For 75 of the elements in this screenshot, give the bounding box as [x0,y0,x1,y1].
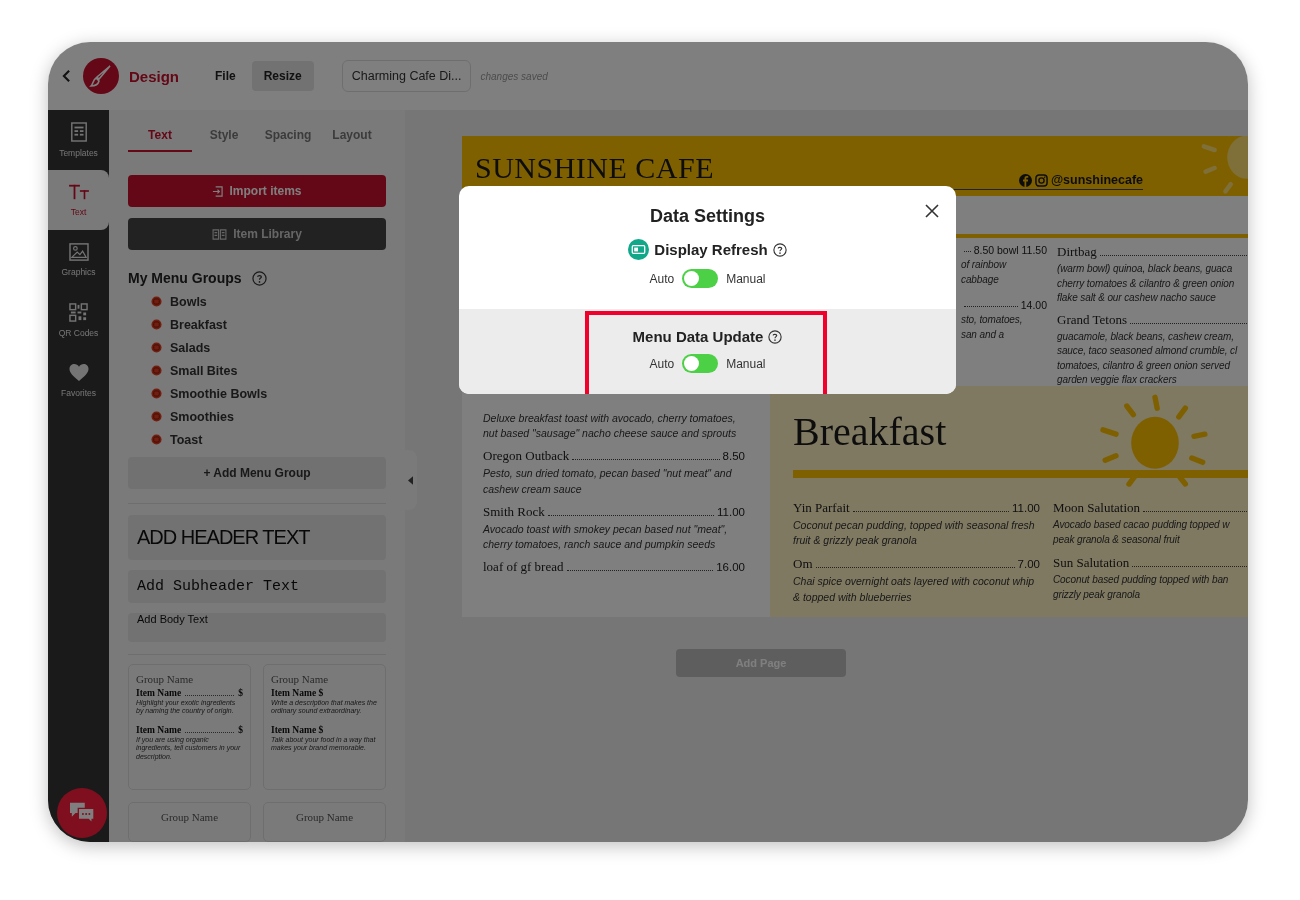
item-description: Avocado toast with smokey pecan based nut "meat", cherry tomatoes, ranch sauce and pumpkin seeds [483,521,729,553]
toggle-label: Auto [649,271,675,286]
menu-group-item[interactable]: Toast [151,428,386,451]
item-name: loaf of gf bread [483,559,564,576]
item-name: Item Name $ [271,688,324,698]
toggle-label: Manual [726,356,766,371]
item-price: 7.00 [1017,558,1040,571]
sidebar-item[interactable]: Graphics [48,230,109,290]
item-description: Coconut based pudding topped with ban grizzly peak granola [1053,573,1230,602]
setting-title: Menu Data Update [632,328,764,345]
library-button[interactable]: Item Library [128,218,386,250]
item-description: guacamole, black beans, cashew cream, sauce, taco seasoned almond crumble, cl tomatoes, cilantro & green onion served garden veggie flax crackers [1057,329,1239,387]
item-price: 16.00 [716,561,745,574]
item-description: (warm bowl) quinoa, black beans, guaca cherry tomatoes & cilantro & green onion flake salt & our cashew nacho sauce [1057,262,1236,305]
add-group-button[interactable]: + Add Menu Group [128,457,386,489]
item-price: 11.00 [717,505,745,518]
text-style-button[interactable]: ADD HEADER TEXT [128,515,386,560]
document-name-field[interactable]: Charming Cafe Di... [341,60,472,92]
item-name: Sun Salutation [1053,555,1130,571]
item-price: 14.00 [1020,299,1047,311]
item-description: Deluxe breakfast toast with avocado, cherry tomatoes, nut based "sausage" nacho cheese sauce and sprouts [483,411,738,442]
item-name: Dirtbag [1057,244,1097,260]
template-card[interactable]: Group Name [128,802,251,842]
group-name: Group Name [160,811,219,823]
menu-button[interactable]: Resize [251,61,314,91]
tab[interactable]: Spacing [256,126,320,152]
item-description: Avocado based cacao pudding topped w peak granola & seasonal fruit [1053,518,1231,547]
template-card[interactable]: Group Name [263,802,386,842]
group-name: Group Name [295,811,354,823]
item-name: Smith Rock [483,503,545,520]
menu-group-item[interactable]: Bowls [151,290,386,313]
text-style-button[interactable]: Add Body Text [128,613,386,642]
setting-title: Display Refresh [654,241,768,258]
menu-group-item[interactable]: Small Bites [151,359,386,382]
item-name: Yin Parfait [793,500,850,516]
menu-button[interactable]: File [203,61,248,91]
social-handle: @sunshinecafe [1050,173,1143,187]
import-button[interactable]: Import items [128,175,386,207]
group-name: Group Name [136,673,195,685]
menu-group-item[interactable]: Salads [151,336,386,359]
item-price: 8.50 bowl 11.50 [973,244,1047,256]
section-title: My Menu Groups [128,270,242,286]
text-style-button[interactable]: Add Subheader Text [128,570,386,603]
item-name: Item Name [136,688,182,698]
item-description: Coconut pecan pudding, topped with seasonal fresh fruit & grizzly peak granola [793,518,1036,549]
item-price: 11.00 [1012,502,1040,514]
menu-group-item[interactable]: Smoothies [151,405,386,428]
tab[interactable]: Layout [320,126,384,152]
toggle-label: Manual [726,271,766,286]
sidebar-item[interactable]: Favorites [48,350,109,410]
dialog-title: Data Settings [650,206,765,227]
toggle-label: Auto [649,356,675,371]
item-description: sto, tomatoes, san and a [961,313,1024,342]
sidebar-item[interactable]: Templates [48,110,109,170]
group-name: Group Name [271,673,330,685]
item-name: Moon Salutation [1053,500,1141,516]
app-title: Design [129,67,179,85]
item-price: $ [238,688,243,698]
item-description: Pesto, sun dried tomato, pecan based "nut meat" and cashew cream sauce [483,466,733,497]
tab[interactable]: Style [192,126,256,152]
section-title: Breakfast [793,412,948,452]
sidebar-item[interactable]: QR Codes [48,290,109,350]
menu-group-item[interactable]: Breakfast [151,313,386,336]
item-name: Item Name [136,724,182,735]
item-description: of rainbow cabbage [961,258,1008,287]
item-description: Chai spice overnight oats layered with coconut whip & topped with blueberries [793,574,1036,605]
menu-group-item[interactable]: Smoothie Bowls [151,382,386,405]
tab[interactable]: Text [128,126,192,152]
item-price: $ [238,724,243,735]
item-price: 8.50 [722,450,745,463]
item-name: Om [793,556,813,573]
item-name: Item Name $ [271,724,324,735]
item-name: Oregon Outback [483,448,570,465]
sidebar-item[interactable]: Text [48,170,109,230]
item-name: Grand Tetons [1057,311,1127,328]
